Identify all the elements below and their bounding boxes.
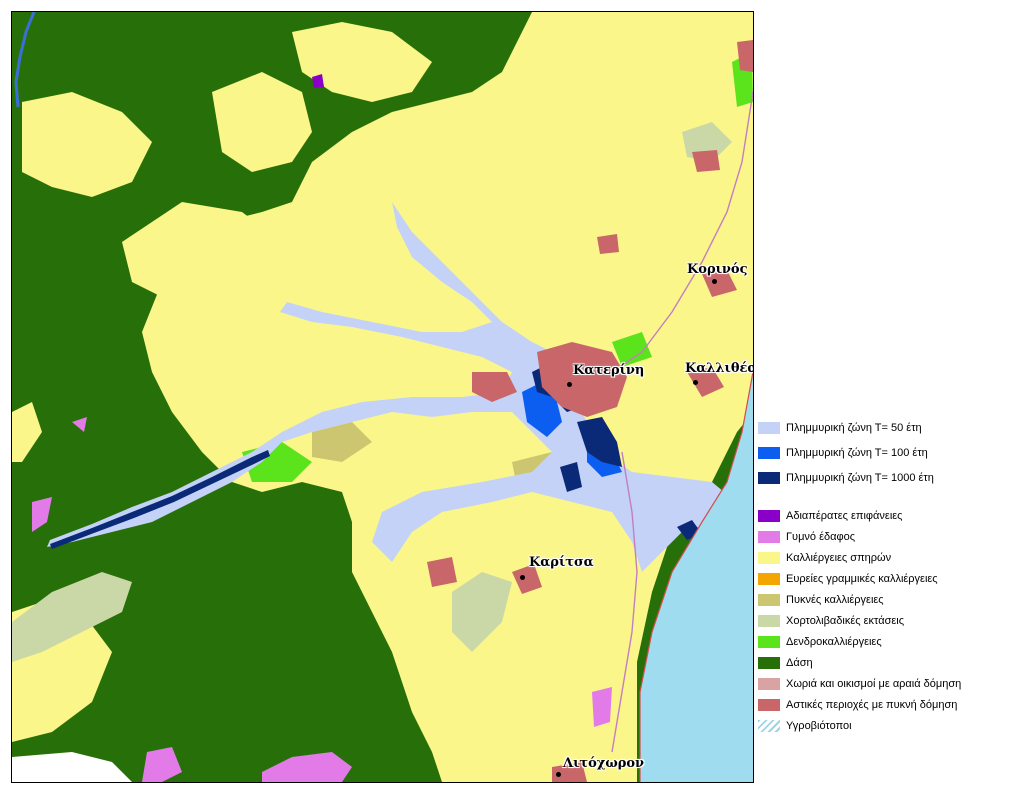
legend-swatch-row-crops — [758, 573, 780, 585]
legend-item-forest: Δάση — [758, 655, 813, 671]
legend-label-orchards: Δενδροκαλλιέργειες — [786, 636, 882, 648]
legend-item-bare-ground: Γυμνό έδαφος — [758, 529, 855, 545]
town-dot-kallithea — [693, 380, 698, 385]
legend-swatch-villages — [758, 678, 780, 690]
legend-item-impervious: Αδιαπέρατες επιφάνειες — [758, 508, 902, 524]
legend-swatch-bare-ground — [758, 531, 780, 543]
legend-swatch-crops — [758, 552, 780, 564]
legend-swatch-dense-crops — [758, 594, 780, 606]
legend-swatch-flood-1000 — [758, 472, 780, 484]
legend-item-flood-100: Πλημμυρική ζώνη Τ= 100 έτη — [758, 445, 928, 461]
legend-item-orchards: Δενδροκαλλιέργειες — [758, 634, 882, 650]
legend-item-urban: Αστικές περιοχές με πυκνή δόμηση — [758, 697, 957, 713]
legend-item-wetlands: Υγροβιότοποι — [758, 718, 852, 734]
legend-item-flood-50: Πλημμυρική ζώνη Τ= 50 έτη — [758, 420, 922, 436]
legend-item-crops: Καλλιέργειες σπηρών — [758, 550, 891, 566]
legend-swatch-grassland — [758, 615, 780, 627]
legend-swatch-flood-50 — [758, 422, 780, 434]
legend-label-row-crops: Ευρείες γραμμικές καλλιέργειες — [786, 573, 938, 585]
bare-ground-southeast — [592, 687, 612, 727]
legend-swatch-flood-100 — [758, 447, 780, 459]
legend-label-flood-50: Πλημμυρική ζώνη Τ= 50 έτη — [786, 422, 922, 434]
map-canvas — [12, 12, 753, 782]
legend-item-grassland: Χορτολιβαδικές εκτάσεις — [758, 613, 904, 629]
legend-label-wetlands: Υγροβιότοποι — [786, 720, 852, 732]
urban-patch-3 — [427, 557, 457, 587]
legend-swatch-impervious — [758, 510, 780, 522]
town-dot-karitsa — [520, 575, 525, 580]
legend-label-flood-100: Πλημμυρική ζώνη Τ= 100 έτη — [786, 447, 928, 459]
town-dot-katerini — [567, 382, 572, 387]
land-use-map: Κορινός Κατερίνη Καλλιθέα Καρίτσα Λιτόχω… — [11, 11, 754, 783]
legend-label-crops: Καλλιέργειες σπηρών — [786, 552, 892, 564]
urban-patch-1 — [692, 150, 720, 172]
legend-label-flood-1000: Πλημμυρική ζώνη Τ= 1000 έτη — [786, 472, 934, 484]
urban-patch-2 — [597, 234, 619, 254]
legend-label-bare-ground: Γυμνό έδαφος — [786, 531, 856, 543]
town-dot-litochoro — [556, 772, 561, 777]
town-label-karitsa: Καρίτσα — [529, 555, 594, 570]
legend-swatch-wetlands — [758, 720, 780, 732]
legend-label-forest: Δάση — [786, 657, 813, 669]
town-label-kallithea: Καλλιθέα — [685, 361, 754, 376]
town-label-katerini: Κατερίνη — [573, 363, 645, 378]
legend-label-grassland: Χορτολιβαδικές εκτάσεις — [786, 615, 905, 627]
legend-swatch-urban — [758, 699, 780, 711]
town-label-korinos: Κορινός — [687, 262, 748, 277]
legend-label-villages: Χωριά και οικισμοί με αραιά δόμηση — [786, 678, 962, 690]
legend-swatch-orchards — [758, 636, 780, 648]
legend-swatch-forest — [758, 657, 780, 669]
legend-label-urban: Αστικές περιοχές με πυκνή δόμηση — [786, 699, 958, 711]
legend-item-row-crops: Ευρείες γραμμικές καλλιέργειες — [758, 571, 938, 587]
town-dot-korinos — [712, 279, 717, 284]
legend-item-dense-crops: Πυκνές καλλιέργειες — [758, 592, 884, 608]
legend-label-impervious: Αδιαπέρατες επιφάνειες — [786, 510, 903, 522]
legend-item-flood-1000: Πλημμυρική ζώνη Τ= 1000 έτη — [758, 470, 934, 486]
legend-label-dense-crops: Πυκνές καλλιέργειες — [786, 594, 884, 606]
legend-item-villages: Χωριά και οικισμοί με αραιά δόμηση — [758, 676, 961, 692]
town-label-litochoro: Λιτόχωρον — [563, 756, 645, 771]
